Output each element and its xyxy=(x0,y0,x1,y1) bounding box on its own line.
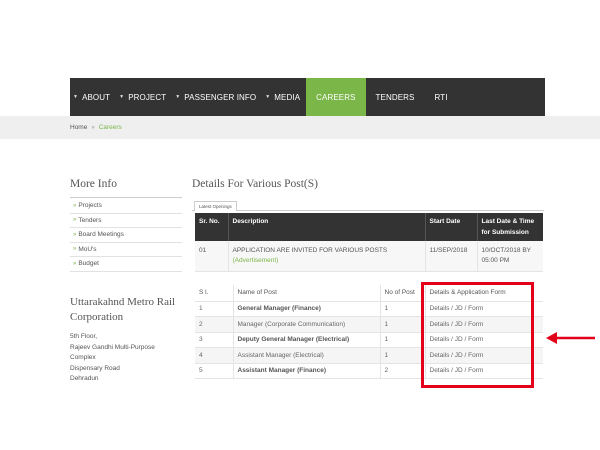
cell-post-count: 1 xyxy=(379,316,425,333)
annotation-arrow-icon xyxy=(546,332,595,344)
bullet-icon: » xyxy=(73,260,77,267)
details-jd-form-link[interactable]: Details / JD / Form xyxy=(424,316,543,333)
sidebar-divider xyxy=(70,197,182,198)
cell-sl: 4 xyxy=(195,347,233,364)
column-header-last-date: Last Date & Time for Submission xyxy=(476,213,543,241)
nav-label: ABOUT xyxy=(82,92,111,102)
cell-description: APPLICATION ARE INVITED FOR VARIOUS POST… xyxy=(227,241,425,272)
breadcrumb-separator-icon: » xyxy=(91,124,95,131)
sidebar-item-board-meetings[interactable]: » Board Meetings xyxy=(70,228,182,243)
nav-label: PROJECT xyxy=(128,92,167,102)
sidebar-item-label: MoU's xyxy=(78,245,97,253)
sidebar-item-label: Tenders xyxy=(78,216,102,224)
nav-label: MEDIA xyxy=(274,92,301,102)
nav-label: RTI xyxy=(434,92,448,102)
table-row: 4 Assistant Manager (Electrical) 1 Detai… xyxy=(195,347,543,364)
column-header-start-date: Start Date xyxy=(424,213,477,241)
nav-label: PASSENGER INFO xyxy=(184,92,257,102)
sidebar-item-mous[interactable]: » MoU's xyxy=(70,243,182,257)
cell-sr-no: 01 xyxy=(195,241,228,272)
table-row: 2 Manager (Corporate Communication) 1 De… xyxy=(195,316,543,333)
bullet-icon: » xyxy=(73,217,77,224)
column-header-sr-no: Sr. No. xyxy=(195,213,228,241)
table-row: 3 Deputy General Manager (Electrical) 1 … xyxy=(195,332,543,348)
column-header-description: Description xyxy=(227,213,425,241)
table-header-row: Sr. No. Description Start Date Last Date… xyxy=(195,213,543,241)
cell-sl: 3 xyxy=(195,332,233,348)
caret-down-icon: ▼ xyxy=(119,94,125,100)
details-jd-form-link[interactable]: Details / JD / Form xyxy=(424,347,543,364)
column-header-sl: S l. xyxy=(195,285,233,302)
organization-name: Uttarakahnd Metro Rail Corporation xyxy=(70,296,176,323)
cell-post-count: 1 xyxy=(379,301,425,317)
address-line: Complex xyxy=(70,354,96,361)
table-row: 5 Assistant Manager (Finance) 2 Details … xyxy=(195,363,543,379)
address-line: Dehradun xyxy=(70,375,99,382)
sidebar-item-tenders[interactable]: » Tenders xyxy=(70,214,182,228)
posts-table: S l. Name of Post No of Post Details & A… xyxy=(195,285,543,379)
bullet-icon: » xyxy=(73,231,77,238)
sidebar-item-budget[interactable]: » Budget xyxy=(70,257,182,272)
cell-post-name: Manager (Corporate Communication) xyxy=(232,316,380,333)
nav-label: CAREERS xyxy=(316,92,356,102)
cell-start-date: 11/SEP/2018 xyxy=(424,241,477,272)
sidebar-item-label: Projects xyxy=(78,202,102,210)
cell-post-count: 2 xyxy=(379,363,425,379)
bullet-icon: » xyxy=(73,246,77,253)
nav-label: TENDERS xyxy=(375,92,415,102)
address-line: 5th Floor, xyxy=(70,333,98,340)
notice-table: Sr. No. Description Start Date Last Date… xyxy=(195,213,543,272)
cell-post-name: Assistant Manager (Finance) xyxy=(232,363,380,379)
sidebar-item-label: Board Meetings xyxy=(78,231,124,239)
table-header-row: S l. Name of Post No of Post Details & A… xyxy=(195,285,543,302)
cell-post-name: General Manager (Finance) xyxy=(232,301,380,317)
breadcrumb-home-link[interactable]: Home xyxy=(70,124,87,131)
caret-down-icon: ▼ xyxy=(175,94,181,100)
sidebar-item-label: Budget xyxy=(78,260,99,268)
sidebar-title: More Info xyxy=(70,178,117,190)
table-row: 1 General Manager (Finance) 1 Details / … xyxy=(195,301,543,317)
table-row: 01 APPLICATION ARE INVITED FOR VARIOUS P… xyxy=(195,241,543,272)
cell-last-date: 10/OCT/2018 BY 05:00 PM xyxy=(476,241,543,272)
address-line: Dispensary Road xyxy=(70,364,120,372)
breadcrumb-current: Careers xyxy=(98,124,122,131)
nav-item-careers[interactable]: CAREERS xyxy=(306,78,366,116)
tab-strip: Latest Openings xyxy=(192,201,544,211)
cell-post-count: 1 xyxy=(379,347,425,364)
advertisement-link[interactable]: (Advertisement) xyxy=(233,256,421,266)
caret-down-icon: ▼ xyxy=(73,94,79,100)
nav-item-about[interactable]: ▼ ABOUT xyxy=(70,78,116,116)
tab-latest-openings[interactable]: Latest Openings xyxy=(194,201,237,211)
nav-item-rti[interactable]: RTI xyxy=(424,78,457,116)
cell-sl: 5 xyxy=(195,363,233,379)
cell-post-count: 1 xyxy=(379,332,425,348)
cell-sl: 2 xyxy=(195,316,233,333)
nav-item-media[interactable]: ▼ MEDIA xyxy=(262,78,306,116)
column-header-name-of-post: Name of Post xyxy=(232,285,380,302)
organization-address: 5th Floor, Rajeev Gandhi Multi-Purpose C… xyxy=(70,332,190,385)
breadcrumb: Home » Careers xyxy=(70,124,122,131)
cell-sl: 1 xyxy=(195,301,233,317)
posts-table-viewport[interactable]: S l. Name of Post No of Post Details & A… xyxy=(195,285,543,384)
main-nav: ▼ ABOUT ▼ PROJECT ▼ PASSENGER INFO ▼ MED… xyxy=(70,78,545,116)
details-jd-form-link[interactable]: Details / JD / Form xyxy=(424,301,543,317)
nav-item-project[interactable]: ▼ PROJECT xyxy=(116,78,172,116)
sidebar-links: » Projects » Tenders » Board Meetings » MoU'… xyxy=(70,199,182,272)
cell-post-name: Deputy General Manager (Electrical) xyxy=(232,332,380,348)
column-header-no-of-post: No of Post xyxy=(379,285,425,302)
details-jd-form-link[interactable]: Details / JD / Form xyxy=(424,363,543,379)
nav-item-tenders[interactable]: TENDERS xyxy=(366,78,425,116)
description-text: APPLICATION ARE INVITED FOR VARIOUS POST… xyxy=(232,247,388,254)
nav-item-passenger-info[interactable]: ▼ PASSENGER INFO xyxy=(172,78,262,116)
sidebar-item-projects[interactable]: » Projects xyxy=(70,199,182,214)
caret-down-icon: ▼ xyxy=(265,94,271,100)
column-header-details: Details & Application Form xyxy=(424,285,543,302)
bullet-icon: » xyxy=(73,202,77,209)
cell-post-name: Assistant Manager (Electrical) xyxy=(232,347,380,364)
address-line: Rajeev Gandhi Multi-Purpose xyxy=(70,343,155,351)
details-jd-form-link[interactable]: Details / JD / Form xyxy=(424,332,543,348)
page-title: Details For Various Post(S) xyxy=(192,178,318,190)
